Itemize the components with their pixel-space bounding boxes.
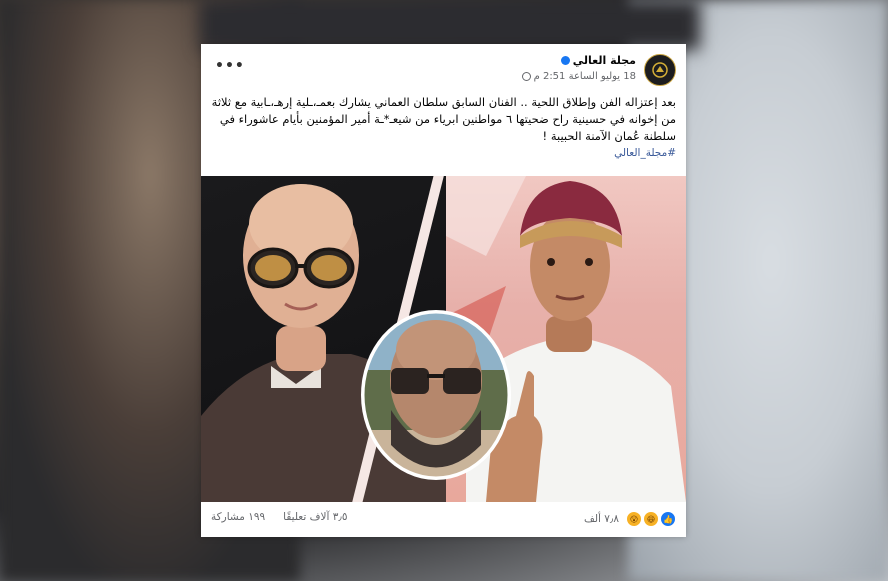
wow-icon: 😮 [626, 511, 642, 527]
comments-count[interactable]: ٣٫٥ آلاف تعليقًا [283, 511, 347, 523]
more-options-button[interactable]: ••• [215, 58, 245, 74]
post-date[interactable]: 18 يوليو الساعة 2:51 م [534, 71, 636, 82]
reaction-count: ٧٫٨ ألف [583, 513, 619, 525]
reaction-summary[interactable]: 👍 😆 😮 ٧٫٨ ألف [584, 511, 676, 527]
page-avatar[interactable] [644, 54, 676, 86]
verified-badge-icon [561, 56, 570, 65]
page-name[interactable]: مجلة العالي [573, 54, 636, 67]
post-header: مجلة العالي 18 يوليو الساعة 2:51 م ••• [211, 52, 676, 88]
post-footer: 👍 😆 😮 ٧٫٨ ألف ٣٫٥ آلاف تعليقًا ١٩٩ مشارك… [211, 507, 676, 531]
like-icon: 👍 [660, 511, 676, 527]
post-text-block: بعد إعتزاله الفن وإطلاق اللحية .. الفنان… [211, 94, 676, 162]
globe-icon [521, 72, 531, 81]
facebook-post: مجلة العالي 18 يوليو الساعة 2:51 م ••• ب… [201, 44, 686, 537]
post-stats: ٣٫٥ آلاف تعليقًا ١٩٩ مشاركة [211, 511, 347, 523]
haha-icon: 😆 [643, 511, 659, 527]
inset-circle-photo [361, 310, 511, 480]
background-blur-top [200, 0, 700, 50]
post-meta: 18 يوليو الساعة 2:51 م [521, 71, 636, 82]
post-hashtag[interactable]: #مجلة_العالي [211, 145, 676, 162]
post-image[interactable] [201, 176, 686, 502]
avatar-logo-icon [652, 62, 668, 78]
post-body: بعد إعتزاله الفن وإطلاق اللحية .. الفنان… [211, 95, 676, 143]
shares-count[interactable]: ١٩٩ مشاركة [211, 511, 265, 523]
